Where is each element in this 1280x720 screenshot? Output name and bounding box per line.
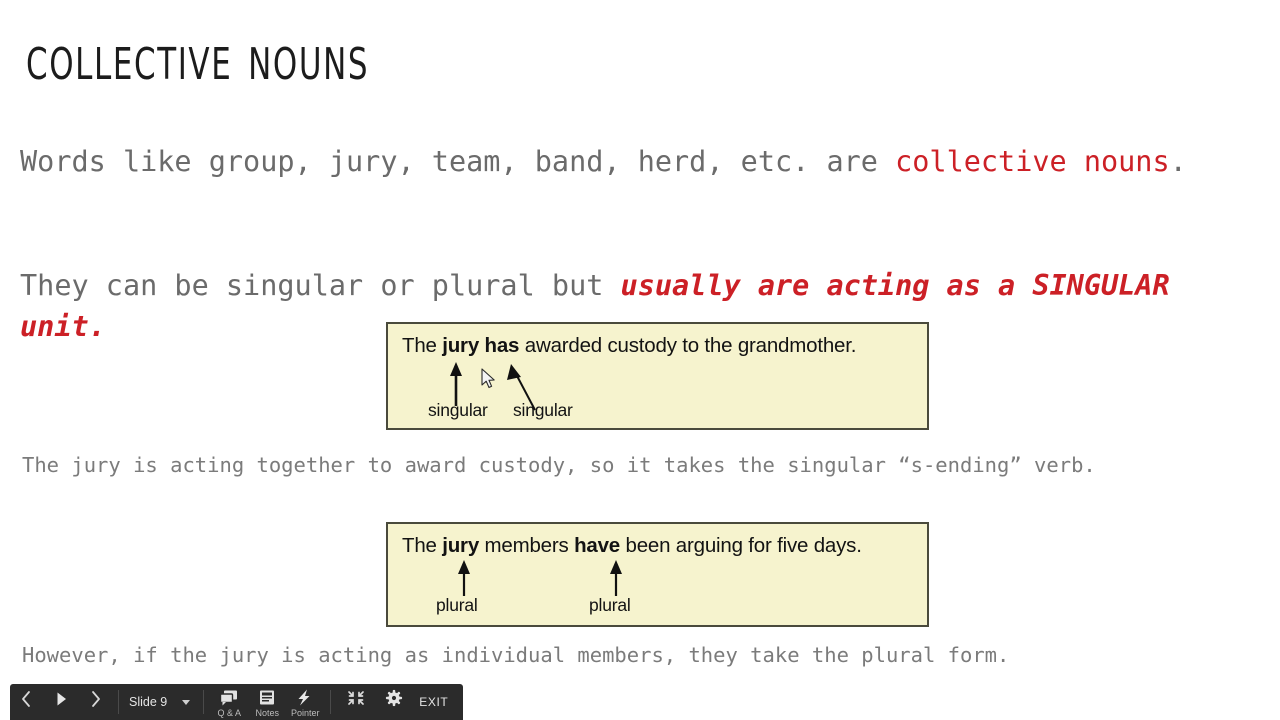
plural-label-right: plural bbox=[589, 595, 631, 615]
paragraph1-highlight: collective nouns bbox=[895, 145, 1170, 178]
caption-plural: However, if the jury is acting as indivi… bbox=[22, 643, 1010, 667]
slide-indicator-label: Slide 9 bbox=[129, 695, 168, 709]
qa-label: Q & A bbox=[217, 708, 241, 718]
toolbar-divider bbox=[330, 690, 332, 714]
previous-slide-button[interactable] bbox=[10, 684, 44, 720]
chevron-left-icon bbox=[22, 691, 30, 707]
singular-example-image: The jury has awarded custody to the gran… bbox=[386, 322, 929, 430]
singular-label-left: singular bbox=[428, 400, 488, 420]
play-icon bbox=[57, 692, 66, 706]
caption-singular: The jury is acting together to award cus… bbox=[22, 453, 1096, 477]
paragraph-collective-nouns: Words like group, jury, team, band, herd… bbox=[20, 141, 1260, 182]
exit-fullscreen-button[interactable] bbox=[337, 684, 375, 720]
slide-selector[interactable]: Slide 9 bbox=[125, 684, 197, 720]
chevron-down-icon[interactable] bbox=[179, 695, 193, 709]
exit-button[interactable]: EXIT bbox=[413, 695, 454, 709]
gear-icon bbox=[386, 689, 403, 707]
toolbar-divider bbox=[203, 690, 205, 714]
notes-label: Notes bbox=[255, 708, 279, 718]
singular-label-right: singular bbox=[513, 400, 573, 420]
pointer-label: Pointer bbox=[290, 708, 320, 718]
next-slide-button[interactable] bbox=[78, 684, 112, 720]
chevron-right-icon bbox=[92, 691, 100, 707]
pointer-icon bbox=[298, 689, 310, 706]
presentation-slide: Collective nouns Words like group, jury,… bbox=[0, 0, 1280, 720]
paragraph1-tail: . bbox=[1169, 145, 1187, 178]
presenter-toolbar[interactable]: Slide 9 Q & A Notes Pointer EXIT bbox=[10, 684, 463, 720]
tools-group: Q & A Notes Pointer bbox=[210, 684, 324, 720]
collapse-fullscreen-icon bbox=[348, 691, 365, 705]
plural-example-image: The jury members have been arguing for f… bbox=[386, 522, 929, 627]
qa-button[interactable]: Q & A bbox=[210, 684, 248, 720]
page-title: Collective nouns bbox=[26, 19, 370, 95]
toolbar-divider bbox=[118, 690, 119, 714]
pointer-button[interactable]: Pointer bbox=[286, 684, 324, 720]
notes-icon bbox=[260, 690, 275, 705]
paragraph1-lead: Words like group, jury, team, band, herd… bbox=[20, 145, 896, 178]
right-controls-group: EXIT bbox=[337, 684, 454, 720]
paragraph2-lead: They can be singular or plural but bbox=[20, 269, 621, 302]
navigation-group bbox=[10, 684, 112, 720]
settings-button[interactable] bbox=[375, 684, 413, 720]
play-button[interactable] bbox=[44, 684, 78, 720]
plural-label-left: plural bbox=[436, 595, 478, 615]
notes-button[interactable]: Notes bbox=[248, 684, 286, 720]
qa-icon bbox=[220, 690, 238, 706]
